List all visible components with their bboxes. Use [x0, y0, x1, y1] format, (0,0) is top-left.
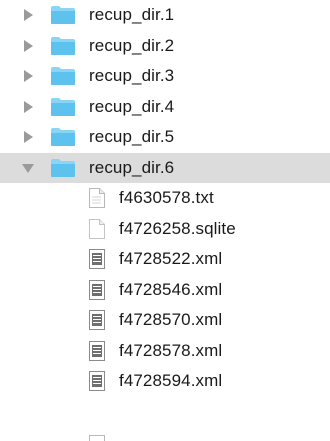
- disclosure-triangle-collapsed-icon[interactable]: [22, 39, 34, 52]
- xml-document-icon: [89, 279, 105, 300]
- xml-document-icon: [89, 310, 105, 331]
- folder-name: recup_dir.2: [89, 35, 175, 55]
- folder-icon: [50, 97, 76, 117]
- file-name: f4728594.xml: [119, 371, 223, 391]
- file-row-txt[interactable]: f4630578.txt: [0, 183, 330, 214]
- folder-row-recup-dir-3[interactable]: recup_dir.3: [0, 61, 330, 92]
- file-row-xml[interactable]: f4728570.xml: [0, 305, 330, 336]
- file-name: f4630578.txt: [119, 188, 214, 208]
- file-row-sqlite[interactable]: f4726258.sqlite: [0, 214, 330, 245]
- xml-document-icon: [89, 340, 105, 361]
- folder-row-recup-dir-4[interactable]: recup_dir.4: [0, 92, 330, 123]
- folder-row-recup-dir-5[interactable]: recup_dir.5: [0, 122, 330, 153]
- folder-row-recup-dir-2[interactable]: recup_dir.2: [0, 31, 330, 62]
- folder-icon: [50, 36, 76, 56]
- file-name: f4728522.xml: [119, 249, 223, 269]
- folder-icon: [50, 127, 76, 147]
- disclosure-triangle-collapsed-icon[interactable]: [22, 131, 34, 144]
- disclosure-triangle-collapsed-icon[interactable]: [22, 100, 34, 113]
- folder-icon: [50, 5, 76, 25]
- folder-icon: [50, 158, 76, 178]
- folder-row-recup-dir-6[interactable]: recup_dir.6: [0, 152, 330, 183]
- file-row-xml[interactable]: f4728546.xml: [0, 275, 330, 306]
- file-tree: recup_dir.1 recup_dir.2 recup_dir.3 recu…: [0, 0, 330, 441]
- file-row-xml[interactable]: f4728594.xml: [0, 366, 330, 397]
- folder-row-recup-dir-1[interactable]: recup_dir.1: [0, 0, 330, 31]
- folder-name: recup_dir.3: [89, 66, 175, 86]
- folder-icon: [50, 66, 76, 86]
- file-name: f4728546.xml: [119, 279, 223, 299]
- disclosure-triangle-expanded-icon[interactable]: [22, 162, 34, 174]
- file-row-xml[interactable]: f4728522.xml: [0, 244, 330, 275]
- partially-visible-document-icon: [89, 434, 105, 441]
- file-name: f4726258.sqlite: [119, 218, 236, 238]
- xml-document-icon: [89, 371, 105, 392]
- file-row-xml[interactable]: f4728578.xml: [0, 336, 330, 367]
- folder-name: recup_dir.5: [89, 127, 175, 147]
- text-document-icon: [89, 188, 105, 209]
- disclosure-triangle-collapsed-icon[interactable]: [22, 70, 34, 83]
- file-name: f4728570.xml: [119, 310, 223, 330]
- folder-name: recup_dir.4: [89, 96, 175, 116]
- folder-name: recup_dir.1: [89, 5, 175, 25]
- folder-name: recup_dir.6: [89, 157, 175, 177]
- file-name: f4728578.xml: [119, 340, 223, 360]
- xml-document-icon: [89, 249, 105, 270]
- blank-document-icon: [89, 218, 105, 239]
- disclosure-triangle-collapsed-icon[interactable]: [22, 9, 34, 22]
